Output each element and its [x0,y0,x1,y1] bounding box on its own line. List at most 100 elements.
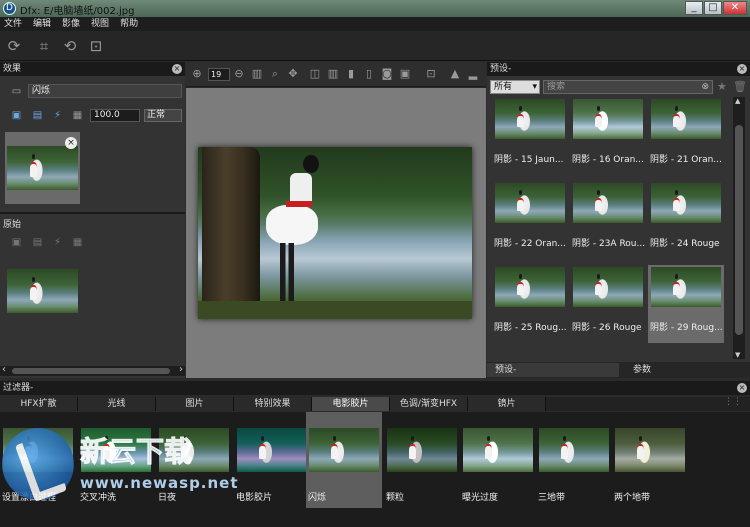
lightning-icon[interactable]: ⚡ [51,110,64,121]
tab-tone-gradient-hfx[interactable]: 色调/渐变HFX [390,397,468,411]
split-view-icon[interactable]: ◫ [308,67,322,81]
close-presets-panel-icon[interactable]: × [737,64,747,74]
presets-vertical-scrollbar[interactable]: ▲ ▼ [733,97,745,359]
zoom-out-icon[interactable]: ⊖ [232,67,246,81]
crop-icon[interactable]: ⌗ [35,37,53,55]
preset-item-selected[interactable]: 阴影 - 29 Roug... [648,265,724,343]
grid-menu-icon[interactable]: ⋮⋮ [724,397,742,407]
effect-thumbnail[interactable]: × [5,132,80,204]
zoom-in-icon[interactable]: ⊕ [190,67,204,81]
filter-item[interactable]: 颗粒 [384,412,460,508]
scroll-down-icon[interactable]: ▼ [735,351,740,359]
original-thumbnail[interactable] [7,269,78,313]
preview-image [198,147,472,319]
effect-layer-icon[interactable]: ▭ [10,86,23,97]
filter-label: 三地带 [538,493,566,503]
filter-item[interactable]: 两个地带 [612,412,688,508]
monitor-icon[interactable]: ▤ [31,110,44,121]
zoom-field[interactable]: 19 [208,68,230,81]
filter-label: 两个地带 [614,493,651,503]
preview-canvas[interactable] [186,88,486,378]
filter-item[interactable]: 三地带 [536,412,612,508]
single-view-icon[interactable]: ▮ [344,67,358,81]
refresh-icon[interactable]: ⟳ [5,37,23,55]
magnifier-icon[interactable]: ⌕ [268,67,282,81]
filter-label: 闪烁 [308,493,327,503]
effect-name-field[interactable]: 闪烁 [28,84,182,98]
scroll-right-icon[interactable]: › [179,364,183,375]
menu-image[interactable]: 影像 [62,17,80,31]
mask-icon[interactable]: ▣ [10,110,23,121]
watermark-url: www.newasp.net [80,474,239,492]
tab-special-effects[interactable]: 特别效果 [234,397,312,411]
tab-image[interactable]: 图片 [156,397,234,411]
fit-frame-icon[interactable]: ⊡ [87,37,105,55]
minimize-button[interactable]: _ [685,1,703,15]
camera-icon[interactable]: ◙ [380,67,394,81]
menu-file[interactable]: 文件 [4,17,22,31]
menu-edit[interactable]: 编辑 [33,17,51,31]
close-window-button[interactable]: ✕ [723,1,747,15]
menu-bar: 文件 编辑 影像 视图 帮助 [0,17,750,31]
menu-help[interactable]: 帮助 [120,17,138,31]
filmstrip-view-icon[interactable]: ▥ [250,67,264,81]
monitor-icon-disabled: ▤ [32,237,43,248]
watermark-icon [2,428,74,500]
preset-item[interactable]: 阴影 - 16 Oran... [570,97,646,175]
remove-effect-icon[interactable]: × [65,137,77,149]
divider [0,212,185,214]
side-by-side-icon[interactable]: ▥ [326,67,340,81]
preset-search-input[interactable]: 搜索 ⊗ [543,80,713,94]
preset-item[interactable]: 阴影 - 23A Rou... [570,181,646,259]
rotate-icon[interactable]: ⟲ [61,37,79,55]
filter-item[interactable]: 曝光过度 [460,412,536,508]
preset-item[interactable]: 阴影 - 25 Roug... [492,265,568,343]
page-icon[interactable]: ▯ [362,67,376,81]
tab-light[interactable]: 光线 [78,397,156,411]
tab-presets[interactable]: 预设- [487,363,619,377]
dfx-app-icon[interactable]: D [3,2,16,15]
filter-item[interactable]: 电影胶片 [234,412,310,508]
tab-film[interactable]: 电影胶片 [312,397,390,411]
watermark-logo: 新云下载 www.newasp.net [2,426,242,502]
preset-category-value: 所有 [494,82,513,92]
effects-panel-title: 效果 [3,64,22,74]
preset-search-placeholder: 搜索 [547,82,566,92]
maximize-button[interactable]: □ [704,1,722,15]
tab-parameters[interactable]: 参数 [625,363,745,377]
histogram-icon[interactable]: ▲ [448,67,462,81]
star-icon[interactable]: ★ [717,80,727,93]
title-bar: D Dfx: E/电脑墙纸/002.jpg _ □ ✕ [0,0,750,17]
trash-icon[interactable]: 🗑 [733,80,747,93]
preset-item[interactable]: 阴影 - 15 Jaun... [492,97,568,175]
scroll-up-icon[interactable]: ▲ [735,97,740,105]
preset-category-select[interactable]: 所有 ▾ [490,80,540,94]
scroll-left-icon[interactable]: ‹ [2,364,6,375]
presets-panel: 预设- × 所有 ▾ 搜索 ⊗ ★ 🗑 阴影 - 15 Jaun... 阴影 -… [487,62,750,378]
effect-strength-field[interactable]: 100.0 [90,109,140,122]
close-effects-panel-icon[interactable]: × [172,64,182,74]
filter-label: 颗粒 [386,493,405,503]
preset-item[interactable]: 阴影 - 21 Oran... [648,97,724,175]
window-controls: _ □ ✕ [685,1,747,15]
menu-view[interactable]: 视图 [91,17,109,31]
effects-panel-header: 效果 × [0,62,185,76]
tab-hfx-diffusion[interactable]: HFX扩散 [0,397,78,411]
blend-mode-select[interactable]: 正常 [144,109,182,122]
levels-icon[interactable]: ▂ [466,67,480,81]
mask-icon-disabled: ▣ [11,237,22,248]
preset-label: 阴影 - 21 Oran... [650,155,722,165]
preset-item[interactable]: 阴影 - 24 Rouge [648,181,724,259]
frame-icon[interactable]: ⊡ [424,67,438,81]
grid-icon[interactable]: ▦ [71,110,84,121]
preset-item[interactable]: 阴影 - 26 Rouge [570,265,646,343]
tab-lens[interactable]: 镜片 [468,397,546,411]
filter-label: 曝光过度 [462,493,499,503]
close-filters-panel-icon[interactable]: × [737,383,747,393]
filter-item-selected[interactable]: 闪烁 [306,412,382,508]
pan-icon[interactable]: ✥ [286,67,300,81]
effects-horizontal-scrollbar[interactable]: ‹ › [0,364,185,376]
clear-search-icon[interactable]: ⊗ [701,81,709,93]
preset-item[interactable]: 阴影 - 22 Oran... [492,181,568,259]
monitor-preview-icon[interactable]: ▣ [398,67,412,81]
